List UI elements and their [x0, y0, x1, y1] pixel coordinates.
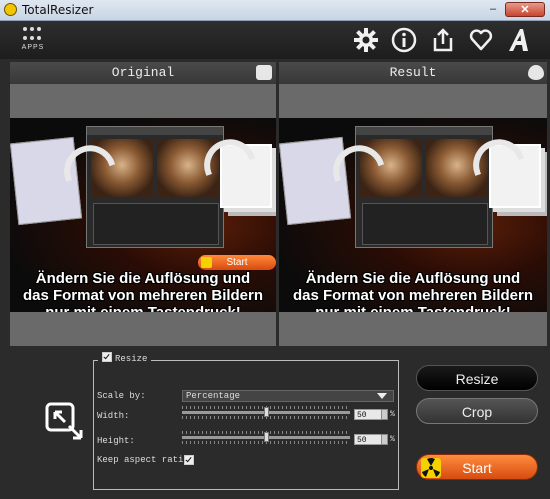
info-icon[interactable]: [391, 27, 417, 53]
app-window: TotalResizer – ✕ APPS Original Start Änd…: [0, 0, 550, 499]
apps-grid-icon: [23, 27, 43, 41]
apps-label: APPS: [21, 44, 45, 51]
original-preview-image: Start Ändern Sie die Auflösung und das F…: [10, 118, 276, 312]
window-title: TotalResizer: [22, 3, 94, 17]
original-panel-header: Original: [10, 62, 276, 84]
resize-checkbox-label: Resize: [115, 354, 148, 364]
result-panel-header: Result: [279, 62, 547, 84]
result-label: Result: [389, 65, 437, 80]
resize-button[interactable]: Resize: [416, 365, 538, 391]
app-logo-icon: [4, 3, 17, 16]
gear-icon[interactable]: [353, 27, 379, 53]
width-label: Width:: [97, 411, 130, 421]
font-a-icon[interactable]: [506, 27, 532, 53]
width-slider[interactable]: [182, 406, 350, 422]
original-preview: Start Ändern Sie die Auflösung und das F…: [10, 84, 276, 346]
thumbnail-sheet: [279, 136, 352, 226]
scale-by-select[interactable]: Percentage: [182, 390, 394, 402]
width-spinner[interactable]: [381, 409, 388, 420]
apps-button[interactable]: APPS: [18, 27, 48, 55]
resize-arrow-icon: [45, 402, 83, 440]
height-spinner[interactable]: [381, 434, 388, 445]
dropdown-caret-icon: [377, 393, 387, 399]
result-preview-image: Ändern Sie die Auflösung und das Format …: [279, 118, 547, 312]
height-label: Height:: [97, 436, 135, 446]
preview-caption: Ändern Sie die Auflösung und das Format …: [22, 270, 264, 312]
width-unit: %: [390, 410, 395, 419]
eye-icon[interactable]: [528, 65, 544, 80]
checkbox-check-icon: [102, 352, 112, 362]
result-preview: Ändern Sie die Auflösung und das Format …: [279, 84, 547, 346]
app-screenshot: [355, 126, 493, 248]
height-slider[interactable]: [182, 431, 350, 447]
scale-by-value: Percentage: [186, 391, 241, 401]
thumbnail-sheet: [10, 136, 83, 226]
title-bar: TotalResizer – ✕: [0, 0, 550, 21]
close-button[interactable]: ✕: [505, 2, 545, 17]
start-button[interactable]: Start: [416, 454, 538, 480]
keep-aspect-checkbox[interactable]: [184, 455, 194, 465]
crop-button[interactable]: Crop: [416, 398, 538, 424]
share-icon[interactable]: [430, 27, 456, 53]
radiation-icon: [421, 458, 441, 478]
height-unit: %: [390, 435, 395, 444]
start-label: Start: [462, 460, 492, 476]
heart-icon[interactable]: [468, 27, 494, 53]
original-label: Original: [111, 65, 175, 80]
preview-start-badge: Start: [198, 255, 276, 270]
minimize-button[interactable]: –: [483, 2, 503, 17]
preview-caption: Ändern Sie die Auflösung und das Format …: [292, 270, 534, 312]
toolbar: APPS: [0, 21, 550, 59]
scale-by-label: Scale by:: [97, 391, 146, 401]
keep-aspect-label: Keep aspect ratio:: [97, 455, 195, 465]
app-screenshot: [86, 126, 224, 248]
resize-checkbox[interactable]: Resize: [98, 352, 152, 366]
width-slider-thumb[interactable]: [264, 407, 269, 417]
height-slider-thumb[interactable]: [264, 432, 269, 442]
layers-icon[interactable]: [256, 65, 272, 80]
resize-settings-group: [93, 360, 399, 490]
